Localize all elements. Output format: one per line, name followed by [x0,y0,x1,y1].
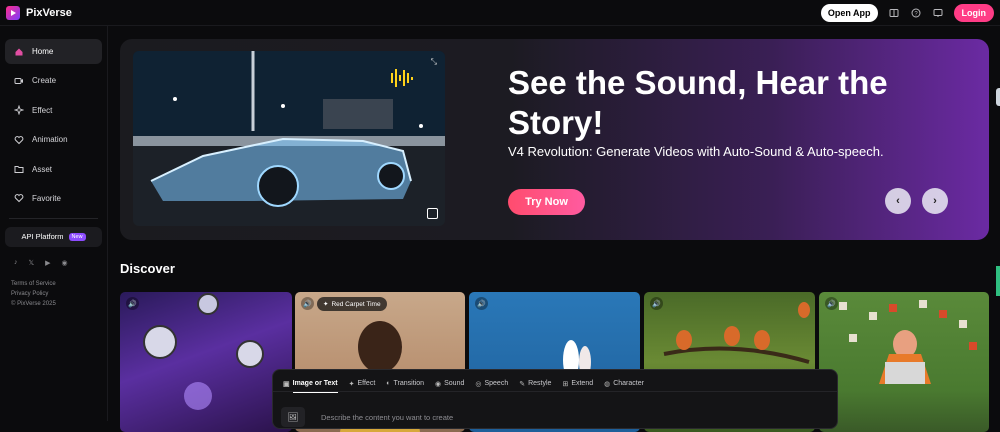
fullscreen-icon[interactable] [427,208,438,219]
next-slide-button[interactable]: › [922,188,948,214]
book-icon[interactable] [888,7,900,19]
discord-icon[interactable]: ◉ [62,259,68,267]
sidebar-item-effect[interactable]: Effect [5,98,102,123]
terms-link[interactable]: Terms of Service [11,279,102,289]
sparkle-icon [14,105,24,116]
feedback-icon[interactable] [932,7,944,19]
heart-icon [14,135,24,145]
brush-icon: ✎ [519,380,526,388]
try-now-button[interactable]: Try Now [508,189,585,215]
sparkle-icon: ✦ [348,380,355,388]
chevron-left-icon: ‹ [896,195,900,207]
video-camera-icon [14,76,24,86]
drag-handle-icon[interactable]: ⤡ [431,57,437,67]
tab-sound[interactable]: ◉ Sound [435,376,464,392]
brand[interactable]: PixVerse [6,5,72,20]
api-platform-button[interactable]: API Platform New [5,226,102,247]
sound-icon[interactable]: 🔊 [475,297,488,310]
tab-image-or-text[interactable]: ▣ Image or Text [283,376,338,393]
tab-label: Sound [444,380,465,387]
tab-restyle[interactable]: ✎ Restyle [519,376,551,392]
tab-label: Image or Text [292,380,338,387]
tiktok-icon[interactable]: ♪ [14,259,18,267]
discover-card[interactable]: 🔊 [819,292,989,432]
social-links: ♪ 𝕏 ▶ ◉ [5,259,102,267]
sidebar-item-favorite[interactable]: Favorite [5,186,102,211]
tab-label: Speech [484,380,509,387]
sidebar-item-asset[interactable]: Asset [5,157,102,182]
hero-banner: ⤡ See the Sound, Hear the Story! V4 Revo… [120,39,989,240]
sidebar-item-label: Animation [32,135,68,145]
new-badge: New [68,232,86,241]
sound-icon[interactable]: 🔊 [301,297,314,310]
character-icon: ◍ [604,380,611,388]
chevron-right-icon: › [933,195,937,207]
tab-label: Character [613,380,644,387]
creation-mode-tabs: ▣ Image or Text ✦ Effect ◐ Transition ◉ … [273,370,837,393]
create-prompt-panel: ▣ Image or Text ✦ Effect ◐ Transition ◉ … [272,369,838,429]
sidebar: Home Create Effect Animation Asset Favor… [0,26,108,421]
privacy-link[interactable]: Privacy Policy [11,289,102,299]
tab-label: Effect [357,380,376,387]
tab-label: Restyle [528,380,552,387]
image-icon: ▣ [283,380,290,388]
sidebar-item-label: Effect [32,105,53,115]
sidebar-item-label: Asset [32,164,53,174]
top-actions: Open App ? Login [820,3,994,22]
sidebar-item-home[interactable]: Home [5,39,102,64]
login-button[interactable]: Login [953,3,994,22]
sidebar-item-animation[interactable]: Animation [5,127,102,152]
sidebar-item-label: Create [32,76,57,86]
copyright-text: © PixVerse 2025 [11,300,56,307]
transition-icon: ◐ [386,380,391,387]
legal-links: Terms of Service Privacy Policy © PixVer… [5,279,102,309]
sidebar-item-label: Favorite [32,193,61,203]
sidebar-item-create[interactable]: Create [5,68,102,93]
discover-card[interactable]: 🔊 [120,292,292,432]
side-panel-handle[interactable] [996,88,1000,106]
home-icon [14,47,24,57]
tab-effect[interactable]: ✦ Effect [349,376,376,392]
pixverse-logo-icon [6,5,20,20]
x-icon[interactable]: 𝕏 [29,259,35,267]
hero-subtitle: V4 Revolution: Generate Videos with Auto… [508,144,884,159]
open-app-button[interactable]: Open App [820,3,878,22]
sound-icon[interactable]: 🔊 [825,297,838,310]
extend-icon: ⊞ [562,380,569,388]
hero-car-image[interactable]: ⤡ [133,51,445,226]
heart-outline-icon [14,193,24,203]
help-icon[interactable]: ? [910,7,922,19]
effect-tag-label: Red Carpet Time [331,300,381,308]
tab-label: Extend [571,380,594,387]
sound-icon[interactable]: 🔊 [650,297,663,310]
image-upload-button[interactable]: 🖼 [281,407,305,427]
sound-icon: ◉ [435,380,442,388]
youtube-icon[interactable]: ▶ [45,259,50,267]
discover-heading: Discover [120,261,175,276]
top-bar: PixVerse Open App ? Login [0,0,1000,26]
prev-slide-button[interactable]: ‹ [885,188,911,214]
tab-transition[interactable]: ◐ Transition [386,376,424,392]
brand-name: PixVerse [26,6,72,19]
sidebar-divider [9,217,98,219]
tab-extend[interactable]: ⊞ Extend [562,376,593,392]
tab-label: Transition [393,380,424,387]
effect-icon: ✦ [323,301,329,308]
side-feedback-tab[interactable] [996,266,1000,296]
sound-icon[interactable]: 🔊 [126,297,139,310]
effect-tag[interactable]: ✦ Red Carpet Time [317,297,387,311]
speech-icon: ◎ [475,380,482,388]
tab-character[interactable]: ◍ Character [604,376,644,392]
sidebar-item-label: Home [32,47,54,56]
api-platform-label: API Platform [21,232,64,242]
hero-title: See the Sound, Hear the Story! [508,64,888,141]
tab-speech[interactable]: ◎ Speech [475,376,508,392]
folder-icon [14,164,24,174]
